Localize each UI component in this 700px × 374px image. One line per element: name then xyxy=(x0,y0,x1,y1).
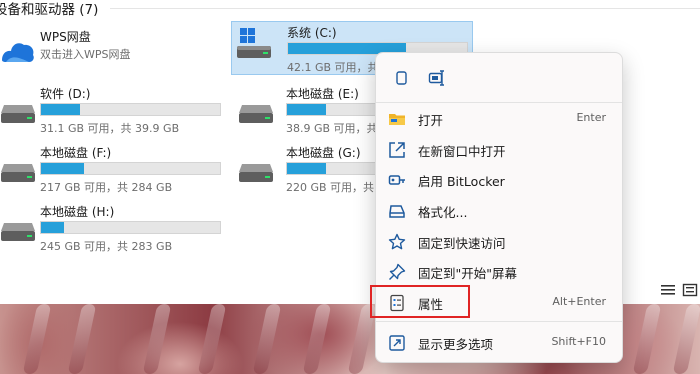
usage-fill xyxy=(41,163,84,174)
drive-name: 软件 (D:) xyxy=(40,87,91,101)
drive-d[interactable]: 软件 (D:) 31.1 GB 可用，共 39.9 GB xyxy=(0,83,230,135)
rename-button[interactable] xyxy=(424,65,450,91)
menu-item-label: 固定到快速访问 xyxy=(418,236,506,251)
open-new-window-icon xyxy=(389,142,405,158)
menu-item-label: 在新窗口中打开 xyxy=(418,144,506,159)
cloud-name: WPS网盘 xyxy=(40,30,91,44)
drive-name: 本地磁盘 (G:) xyxy=(286,146,361,160)
menu-item-shortcut: Alt+Enter xyxy=(552,295,606,308)
usage-fill xyxy=(41,222,65,233)
menu-item-label: 固定到"开始"屏幕 xyxy=(418,266,517,281)
menu-item-pin-start[interactable]: 固定到"开始"屏幕 xyxy=(376,256,622,286)
menu-item-format[interactable]: 格式化... xyxy=(376,195,622,225)
drive-info: 217 GB 可用，共 284 GB xyxy=(40,181,173,194)
more-options-icon xyxy=(389,335,405,351)
drive-name: 本地磁盘 (H:) xyxy=(40,205,115,219)
drive-info: 220 GB 可用，共 ... xyxy=(286,181,389,194)
group-divider xyxy=(110,8,700,9)
pin-icon xyxy=(389,263,406,280)
usage-fill xyxy=(287,104,327,115)
drive-info: 31.1 GB 可用，共 39.9 GB xyxy=(40,122,180,135)
usage-bar xyxy=(40,221,221,234)
context-menu: 打开 Enter 在新窗口中打开 启用 BitLocker 格式化... 固定到… xyxy=(370,52,623,363)
usage-bar xyxy=(40,103,221,116)
menu-item-label: 格式化... xyxy=(418,205,468,220)
hard-drive-icon xyxy=(239,105,273,123)
folder-open-icon xyxy=(389,114,405,125)
wps-cloud-drive[interactable]: WPS网盘 双击进入WPS网盘 xyxy=(0,26,230,78)
usage-fill xyxy=(41,104,81,115)
rename-icon xyxy=(428,70,444,86)
cloud-icon xyxy=(2,43,34,62)
drive-info: 245 GB 可用，共 283 GB xyxy=(40,240,173,253)
menu-item-bitlocker[interactable]: 启用 BitLocker xyxy=(376,164,622,194)
drive-name: 系统 (C:) xyxy=(287,26,337,40)
menu-item-shortcut: Enter xyxy=(576,111,606,124)
drive-name: 本地磁盘 (F:) xyxy=(40,146,112,160)
group-title: 设备和驱动器 (7) xyxy=(0,2,99,18)
key-icon xyxy=(388,175,405,185)
cloud-subtitle: 双击进入WPS网盘 xyxy=(40,48,131,61)
hard-drive-icon xyxy=(1,223,35,241)
properties-icon xyxy=(390,294,404,312)
drive-name: 本地磁盘 (E:) xyxy=(286,87,359,101)
usage-fill xyxy=(287,163,327,174)
menu-item-open-new-window[interactable]: 在新窗口中打开 xyxy=(376,134,622,164)
menu-item-shortcut: Shift+F10 xyxy=(551,335,606,348)
hard-drive-icon xyxy=(239,164,273,182)
menu-item-more-options[interactable]: 显示更多选项 Shift+F10 xyxy=(376,327,622,357)
tiles-view-icon[interactable] xyxy=(682,283,698,297)
drive-f[interactable]: 本地磁盘 (F:) 217 GB 可用，共 284 GB xyxy=(0,142,230,194)
usage-bar xyxy=(40,162,221,175)
drive-h[interactable]: 本地磁盘 (H:) 245 GB 可用，共 283 GB xyxy=(0,201,230,253)
copy-icon xyxy=(396,71,407,85)
hard-drive-icon xyxy=(1,105,35,123)
hard-drive-icon xyxy=(1,164,35,182)
menu-item-label: 启用 BitLocker xyxy=(418,174,505,189)
menu-separator xyxy=(376,321,622,322)
system-drive-icon xyxy=(237,28,271,58)
menu-item-label: 属性 xyxy=(418,297,444,312)
copy-button[interactable] xyxy=(388,65,414,91)
group-header[interactable]: 设备和驱动器 (7) xyxy=(0,0,98,18)
star-icon xyxy=(388,233,406,250)
menu-item-open[interactable]: 打开 Enter xyxy=(376,103,622,133)
menu-item-pin-quick-access[interactable]: 固定到快速访问 xyxy=(376,226,622,256)
format-drive-icon xyxy=(389,205,405,218)
menu-item-label: 显示更多选项 xyxy=(418,337,494,352)
details-view-icon[interactable] xyxy=(660,283,676,297)
menu-item-properties[interactable]: 属性 Alt+Enter xyxy=(370,285,622,318)
menu-item-label: 打开 xyxy=(418,113,444,128)
